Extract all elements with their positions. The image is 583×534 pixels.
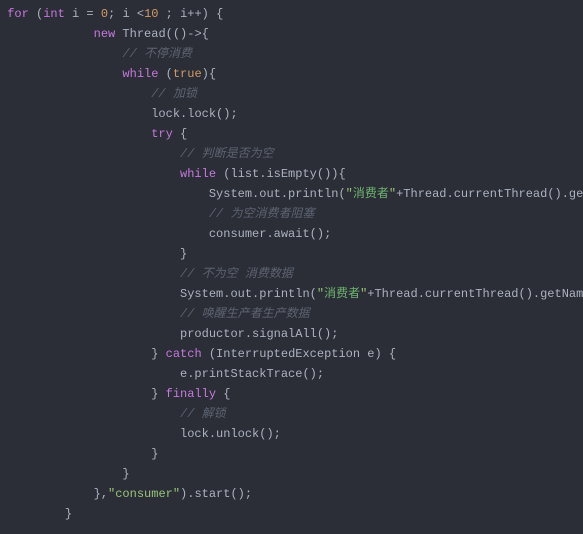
comment: // 不为空 消费数据 — [180, 267, 293, 281]
code-line: lock.lock(); — [0, 104, 583, 124]
text: System.out.println( — [180, 287, 317, 301]
keyword-while: while — [180, 167, 216, 181]
code-line: lock.unlock(); — [0, 424, 583, 444]
comment: // 加锁 — [151, 87, 197, 101]
code-line: } — [0, 244, 583, 264]
text: } — [151, 447, 158, 461]
code-line: // 解锁 — [0, 404, 583, 424]
code-line: try { — [0, 124, 583, 144]
text: e.printStackTrace(); — [180, 367, 324, 381]
text: +Thread.currentThread().getName()+" — [367, 287, 583, 301]
text: ; i < — [108, 7, 144, 21]
keyword-new: new — [94, 27, 116, 41]
string-literal: "consumer" — [108, 487, 180, 501]
string-quote: " — [317, 287, 324, 301]
text: (list.isEmpty()){ — [216, 167, 346, 181]
text: lock.lock(); — [151, 107, 237, 121]
text: System.out.println( — [209, 187, 346, 201]
text: lock.unlock(); — [180, 427, 281, 441]
number-literal: 0 — [101, 7, 108, 21]
string-cn: 消费者 — [324, 287, 360, 301]
keyword-true: true — [173, 67, 202, 81]
code-line: consumer.await(); — [0, 224, 583, 244]
text: Thread(()->{ — [115, 27, 209, 41]
text: productor.signalAll(); — [180, 327, 338, 341]
text: } — [122, 467, 129, 481]
comment: // 唤醒生产者生产数据 — [180, 307, 310, 321]
number-literal: 10 — [144, 7, 158, 21]
text: ; i++) { — [158, 7, 223, 21]
text: } — [65, 507, 72, 521]
keyword-try: try — [151, 127, 173, 141]
text: }, — [94, 487, 108, 501]
code-line: // 不停消费 — [0, 44, 583, 64]
keyword-while: while — [122, 67, 158, 81]
comment: // 解锁 — [180, 407, 226, 421]
comment: // 判断是否为空 — [180, 147, 274, 161]
code-line: },"consumer").start(); — [0, 484, 583, 504]
code-line: System.out.println("消费者"+Thread.currentT… — [0, 184, 583, 204]
text: ( — [158, 67, 172, 81]
code-line: } — [0, 504, 583, 524]
code-line: // 唤醒生产者生产数据 — [0, 304, 583, 324]
comment: // 不停消费 — [122, 47, 192, 61]
comment: // 为空消费者阻塞 — [209, 207, 315, 221]
text: { — [216, 387, 230, 401]
text: +Thread.currentThread().getName — [396, 187, 583, 201]
text: } — [151, 347, 165, 361]
code-line: while (true){ — [0, 64, 583, 84]
code-line: // 判断是否为空 — [0, 144, 583, 164]
string-quote: " — [346, 187, 353, 201]
text: ).start(); — [180, 487, 252, 501]
code-line: } catch (InterruptedException e) { — [0, 344, 583, 364]
text: { — [173, 127, 187, 141]
text: consumer.await(); — [209, 227, 331, 241]
keyword-int: int — [43, 7, 65, 21]
string-cn: 消费者 — [353, 187, 389, 201]
code-line: System.out.println("消费者"+Thread.currentT… — [0, 284, 583, 304]
text: } — [151, 387, 165, 401]
keyword-for: for — [7, 7, 29, 21]
code-line: for (int i = 0; i <10 ; i++) { — [0, 4, 583, 24]
code-line: } — [0, 464, 583, 484]
keyword-finally: finally — [166, 387, 216, 401]
code-editor[interactable]: for (int i = 0; i <10 ; i++) { new Threa… — [0, 4, 583, 524]
code-line: productor.signalAll(); — [0, 324, 583, 344]
text: } — [180, 247, 187, 261]
code-line: // 为空消费者阻塞 — [0, 204, 583, 224]
text: (InterruptedException e) { — [202, 347, 396, 361]
text: i = — [65, 7, 101, 21]
code-line: // 加锁 — [0, 84, 583, 104]
code-line: } — [0, 444, 583, 464]
code-line: } finally { — [0, 384, 583, 404]
code-line: e.printStackTrace(); — [0, 364, 583, 384]
code-line: while (list.isEmpty()){ — [0, 164, 583, 184]
code-line: new Thread(()->{ — [0, 24, 583, 44]
code-line: // 不为空 消费数据 — [0, 264, 583, 284]
text: ){ — [202, 67, 216, 81]
string-quote: " — [389, 187, 396, 201]
keyword-catch: catch — [166, 347, 202, 361]
